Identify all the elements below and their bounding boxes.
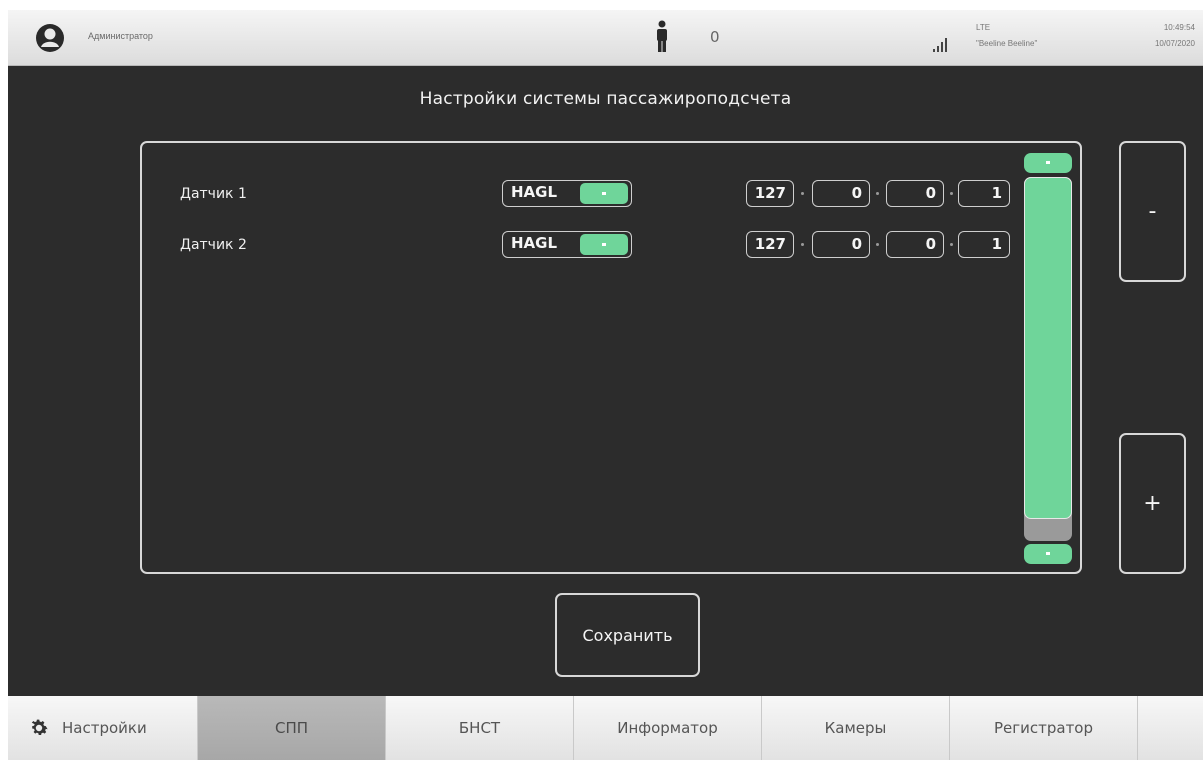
tab-label: Настройки [62, 719, 147, 737]
ip-octet-4[interactable]: 1 [958, 180, 1010, 207]
tab-spp[interactable]: СПП [198, 696, 386, 760]
operator-name: "Beeline Beeline" [976, 39, 1038, 48]
tab-bnst[interactable]: БНСТ [386, 696, 574, 760]
ip-octet-4[interactable]: 1 [958, 231, 1010, 258]
network-info: LTE "Beeline Beeline" [976, 20, 1037, 52]
clock-date: 10/07/2020 [1154, 39, 1195, 48]
add-sensor-button[interactable]: + [1119, 433, 1186, 574]
tab-bar-filler [1138, 696, 1203, 760]
tab-label: БНСТ [458, 719, 501, 737]
sensor-row: Датчик 2 HAGL 127 0 0 1 [142, 231, 1022, 261]
protocol-select[interactable]: HAGL [502, 180, 632, 207]
scroll-up-button[interactable] [1024, 153, 1072, 173]
protocol-value: HAGL [511, 234, 558, 252]
tab-informator[interactable]: Информатор [574, 696, 762, 760]
signal-icon [933, 38, 947, 52]
passenger-icon [657, 20, 667, 52]
ip-octet-1[interactable]: 127 [746, 180, 794, 207]
tab-label: Информатор [617, 719, 718, 737]
clock: 10:49:54 10/07/2020 [1155, 20, 1195, 52]
sensor-label: Датчик 1 [180, 186, 247, 202]
user-icon[interactable] [35, 23, 65, 53]
tab-registrator[interactable]: Регистратор [950, 696, 1138, 760]
ip-octet-3[interactable]: 0 [886, 180, 944, 207]
network-type: LTE [976, 23, 991, 32]
scrollbar-track[interactable] [1024, 177, 1072, 541]
tab-label: Регистратор [993, 719, 1094, 737]
gear-icon [31, 719, 48, 736]
protocol-value: HAGL [511, 183, 558, 201]
tab-settings[interactable]: Настройки [8, 696, 198, 760]
ip-dot [801, 243, 804, 246]
sensor-list-panel: Датчик 1 HAGL 127 0 0 1 Датчик 2 HAGL 12… [140, 141, 1082, 574]
tab-label: СПП [274, 719, 309, 737]
sensor-label: Датчик 2 [180, 237, 247, 253]
ip-dot [876, 243, 879, 246]
tab-label: Камеры [824, 719, 887, 737]
protocol-select[interactable]: HAGL [502, 231, 632, 258]
ip-octet-2[interactable]: 0 [812, 231, 870, 258]
tab-bar: Настройки СПП БНСТ Информатор Камеры Рег… [8, 696, 1203, 760]
ip-octet-2[interactable]: 0 [812, 180, 870, 207]
ip-octet-3[interactable]: 0 [886, 231, 944, 258]
ip-dot [950, 192, 953, 195]
clock-time: 10:49:54 [1163, 23, 1195, 32]
save-button[interactable]: Сохранить [555, 593, 700, 677]
sensor-row: Датчик 1 HAGL 127 0 0 1 [142, 180, 1022, 210]
page-title: Настройки системы пассажироподсчета [419, 89, 792, 109]
remove-sensor-button[interactable]: - [1119, 141, 1186, 282]
ip-octet-1[interactable]: 127 [746, 231, 794, 258]
protocol-dropdown-button[interactable] [580, 234, 628, 255]
ip-dot [876, 192, 879, 195]
passenger-count: 0 [710, 28, 720, 46]
user-name: Администратор [88, 31, 153, 41]
scrollbar-thumb[interactable] [1024, 177, 1072, 519]
status-bar: Администратор 0 LTE "Beeline Beeline" 10… [8, 10, 1203, 66]
protocol-dropdown-button[interactable] [580, 183, 628, 204]
app-screen: Администратор 0 LTE "Beeline Beeline" 10… [8, 10, 1203, 760]
ip-dot [950, 243, 953, 246]
tab-cameras[interactable]: Камеры [762, 696, 950, 760]
ip-dot [801, 192, 804, 195]
scroll-down-button[interactable] [1024, 544, 1072, 564]
